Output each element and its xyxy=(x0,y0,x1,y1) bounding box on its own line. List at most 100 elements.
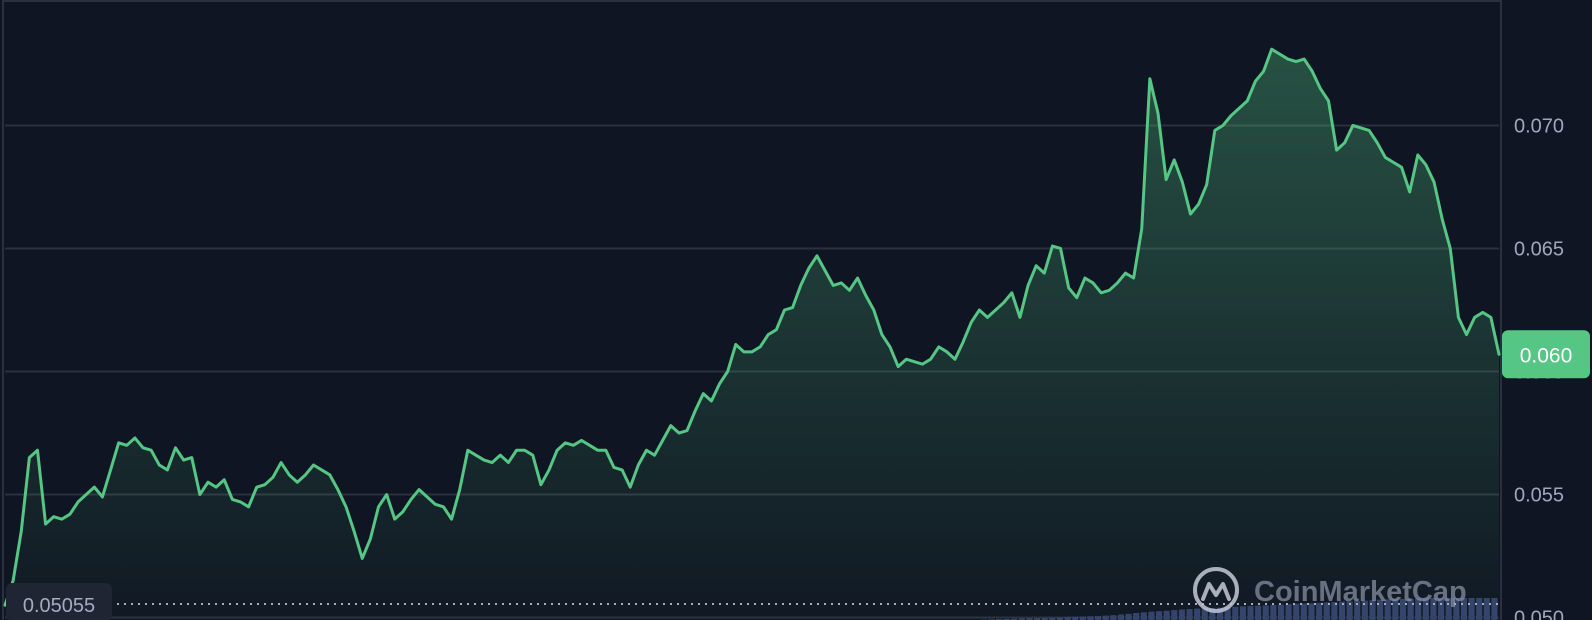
price-point xyxy=(287,473,291,477)
price-point xyxy=(588,444,591,447)
price-point xyxy=(1262,70,1265,73)
price-point xyxy=(239,500,242,504)
price-point xyxy=(507,461,510,464)
price-point xyxy=(328,473,331,477)
price-point xyxy=(1156,111,1160,115)
price-point xyxy=(101,495,104,499)
price-chart[interactable]: 0.05055 0.0500.0550.0600.0650.070 0.060 … xyxy=(0,0,1592,620)
price-point xyxy=(823,269,827,272)
price-point xyxy=(271,476,275,479)
price-point xyxy=(775,328,778,331)
price-point xyxy=(645,449,648,452)
price-point xyxy=(653,453,656,457)
price-point xyxy=(767,333,770,336)
price-point xyxy=(263,483,267,486)
price-point xyxy=(1432,180,1436,184)
price-point xyxy=(214,485,218,489)
price-point xyxy=(190,456,193,459)
price-point xyxy=(450,517,453,521)
price-point xyxy=(68,513,72,516)
price-point xyxy=(547,468,551,472)
price-point xyxy=(1335,148,1338,152)
price-point xyxy=(1091,281,1095,285)
price-point xyxy=(1376,141,1379,144)
price-point xyxy=(109,468,112,472)
price-point xyxy=(1449,247,1452,250)
price-point xyxy=(848,289,851,292)
price-point xyxy=(913,360,916,363)
price-point xyxy=(499,453,502,457)
price-point xyxy=(620,468,624,472)
price-point xyxy=(1465,333,1468,336)
price-point xyxy=(677,431,681,435)
price-point xyxy=(158,463,161,467)
price-point xyxy=(174,446,177,449)
price-point xyxy=(206,481,210,484)
price-point xyxy=(76,500,80,504)
price-point xyxy=(515,449,518,452)
price-point xyxy=(872,308,875,312)
price-point xyxy=(149,449,153,452)
price-point xyxy=(255,485,258,489)
y-tick-label: 0.050 xyxy=(1514,608,1564,620)
price-point xyxy=(1489,316,1493,319)
price-point xyxy=(361,557,364,560)
price-point xyxy=(417,488,421,491)
price-point xyxy=(1213,129,1217,132)
price-point xyxy=(888,345,892,349)
price-point xyxy=(401,510,405,513)
price-point xyxy=(482,458,486,462)
price-point xyxy=(166,468,169,472)
price-point xyxy=(864,294,867,297)
price-point xyxy=(1075,296,1078,299)
price-point xyxy=(1497,353,1501,356)
price-point xyxy=(223,478,226,481)
price-point xyxy=(369,537,372,541)
price-point xyxy=(799,284,802,287)
price-point xyxy=(986,316,989,319)
current-price-badge: 0.060 xyxy=(1502,330,1590,379)
price-point xyxy=(20,530,23,533)
y-tick-label: 0.070 xyxy=(1514,115,1564,137)
price-point xyxy=(1416,153,1420,157)
price-point xyxy=(442,505,445,509)
price-point xyxy=(1327,99,1330,103)
price-point xyxy=(726,370,729,373)
price-point xyxy=(937,345,940,349)
price-point xyxy=(1367,129,1371,132)
price-point xyxy=(734,343,737,346)
price-point xyxy=(1457,316,1460,319)
price-point xyxy=(1221,124,1225,127)
price-point xyxy=(1424,163,1428,167)
price-point xyxy=(141,446,145,449)
current-price-text: 0.060 xyxy=(1520,344,1573,367)
price-point xyxy=(702,392,705,395)
price-point xyxy=(1237,107,1241,110)
price-point xyxy=(1473,316,1476,319)
price-point xyxy=(661,439,664,442)
price-point xyxy=(434,503,437,506)
price-point xyxy=(1408,190,1411,194)
price-point xyxy=(1099,291,1103,294)
price-point xyxy=(970,321,973,324)
price-point xyxy=(1164,178,1168,181)
price-point xyxy=(182,458,185,462)
price-point xyxy=(685,429,689,432)
price-point xyxy=(385,493,388,496)
price-point xyxy=(1124,271,1127,275)
price-point xyxy=(807,266,811,270)
price-point xyxy=(539,483,543,486)
price-point xyxy=(231,498,234,501)
price-point xyxy=(1294,60,1298,63)
price-point xyxy=(320,468,323,472)
price-point xyxy=(44,522,47,526)
price-point xyxy=(466,449,470,452)
price-point xyxy=(905,358,908,361)
price-point xyxy=(718,382,721,386)
price-point xyxy=(880,333,884,336)
price-point xyxy=(1359,126,1363,130)
price-point xyxy=(85,493,88,496)
price-point xyxy=(304,473,307,477)
price-point xyxy=(198,493,202,496)
price-point xyxy=(555,449,559,452)
